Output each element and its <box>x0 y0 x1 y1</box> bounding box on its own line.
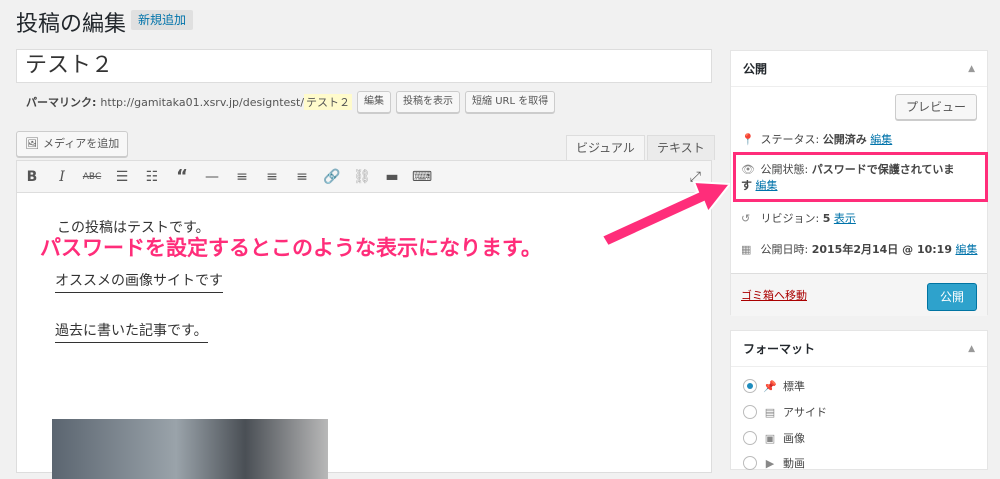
horizontal-line-icon[interactable]: — <box>197 169 227 185</box>
editor-photo[interactable] <box>52 419 328 479</box>
media-icon: 🖼 <box>25 137 39 150</box>
format-option-label: 動画 <box>783 457 805 470</box>
align-left-icon[interactable]: ≡ <box>227 169 257 185</box>
format-option-label: 画像 <box>783 432 805 445</box>
tab-text[interactable]: テキスト <box>647 135 715 160</box>
toolbar-toggle-icon[interactable]: ⌨ <box>407 169 437 185</box>
get-shortlink-button[interactable]: 短縮 URL を取得 <box>465 91 556 113</box>
trash-link[interactable]: ゴミ箱へ移動 <box>741 287 807 303</box>
pin-icon: 📌 <box>763 379 777 393</box>
unlink-icon[interactable]: ⛓ <box>347 169 377 185</box>
post-title-input[interactable]: テスト２ <box>16 49 712 83</box>
status-value: 公開済み <box>822 133 867 146</box>
radio-button[interactable] <box>743 456 757 470</box>
bold-icon[interactable]: B <box>17 169 47 185</box>
date-label: 公開日時: <box>760 243 809 256</box>
publish-button[interactable]: 公開 <box>926 283 977 311</box>
editor-link-line[interactable]: オススメの画像サイトです <box>55 270 223 293</box>
add-media-button[interactable]: 🖼 メディアを追加 <box>16 131 129 157</box>
tab-visual[interactable]: ビジュアル <box>566 135 645 160</box>
aside-icon: ▤ <box>764 405 776 419</box>
format-option-video[interactable]: ▶ 動画 <box>743 455 805 471</box>
format-panel: フォーマット ▲ 📌 標準 ▤ アサイド ▣ 画像 ▶ 動画 <box>730 330 988 470</box>
status-label: ステータス: <box>760 133 820 146</box>
permalink-url: http://gamitaka01.xsrv.jp/designtest/ <box>100 95 305 109</box>
format-option-aside[interactable]: ▤ アサイド <box>743 404 827 420</box>
annotation-text: パスワードを設定するとこのような表示になります。 <box>40 236 542 260</box>
align-right-icon[interactable]: ≡ <box>287 169 317 185</box>
numbered-list-icon[interactable]: ☷ <box>137 169 167 185</box>
history-icon: ↺ <box>741 212 751 225</box>
add-media-label: メディアを追加 <box>42 137 120 150</box>
status-edit-link[interactable]: 編集 <box>870 133 892 146</box>
format-option-standard[interactable]: 📌 標準 <box>743 378 805 394</box>
pin-icon: 📍 <box>741 133 755 146</box>
link-icon[interactable]: 🔗 <box>317 169 347 185</box>
status-row: 📍 ステータス: 公開済み 編集 <box>741 131 892 147</box>
publish-panel-title: 公開 <box>743 62 768 76</box>
video-icon: ▶ <box>765 456 775 470</box>
read-more-icon[interactable]: ▬ <box>377 169 407 185</box>
revision-label: リビジョン: <box>760 212 820 225</box>
page-title: 投稿の編集 <box>16 12 127 37</box>
collapse-arrow-icon[interactable]: ▲ <box>968 51 975 87</box>
publish-panel-header[interactable]: 公開 ▲ <box>731 51 987 87</box>
blockquote-icon[interactable]: “ <box>167 166 197 187</box>
date-edit-link[interactable]: 編集 <box>955 243 977 256</box>
publish-date-row: ▦ 公開日時: 2015年2月14日 @ 10:19 編集 <box>741 241 977 257</box>
italic-icon[interactable]: I <box>47 169 77 185</box>
permalink-bar: パーマリンク: http://gamitaka01.xsrv.jp/design… <box>26 91 556 113</box>
view-post-button[interactable]: 投稿を表示 <box>396 91 461 113</box>
radio-button[interactable] <box>743 379 757 393</box>
add-new-button[interactable]: 新規追加 <box>131 10 194 30</box>
align-center-icon[interactable]: ≡ <box>257 169 287 185</box>
format-panel-header[interactable]: フォーマット ▲ <box>731 331 987 367</box>
revision-view-link[interactable]: 表示 <box>834 212 856 225</box>
revision-count: 5 <box>822 212 831 225</box>
editor-link-line[interactable]: 過去に書いた記事です。 <box>55 320 208 343</box>
highlight-box <box>733 152 988 202</box>
radio-button[interactable] <box>743 431 757 445</box>
annotation-arrow-icon <box>600 180 732 248</box>
format-option-label: 標準 <box>783 380 805 393</box>
format-option-image[interactable]: ▣ 画像 <box>743 430 805 446</box>
strikethrough-icon[interactable]: ABC <box>77 172 107 182</box>
image-icon: ▣ <box>764 431 776 445</box>
format-option-label: アサイド <box>783 406 827 419</box>
permalink-label: パーマリンク: <box>26 96 97 109</box>
permalink-slug[interactable]: テスト２ <box>304 94 353 110</box>
calendar-icon: ▦ <box>741 243 752 256</box>
preview-button[interactable]: プレビュー <box>894 94 977 120</box>
bullet-list-icon[interactable]: ☰ <box>107 169 137 185</box>
date-value: 2015年2月14日 @ 10:19 <box>811 243 952 256</box>
format-panel-title: フォーマット <box>743 342 816 356</box>
permalink-edit-button[interactable]: 編集 <box>357 91 392 113</box>
collapse-arrow-icon[interactable]: ▲ <box>968 331 975 367</box>
publish-footer: ゴミ箱へ移動 公開 <box>731 273 987 316</box>
radio-button[interactable] <box>743 405 757 419</box>
revision-row: ↺ リビジョン: 5 表示 <box>741 210 856 226</box>
